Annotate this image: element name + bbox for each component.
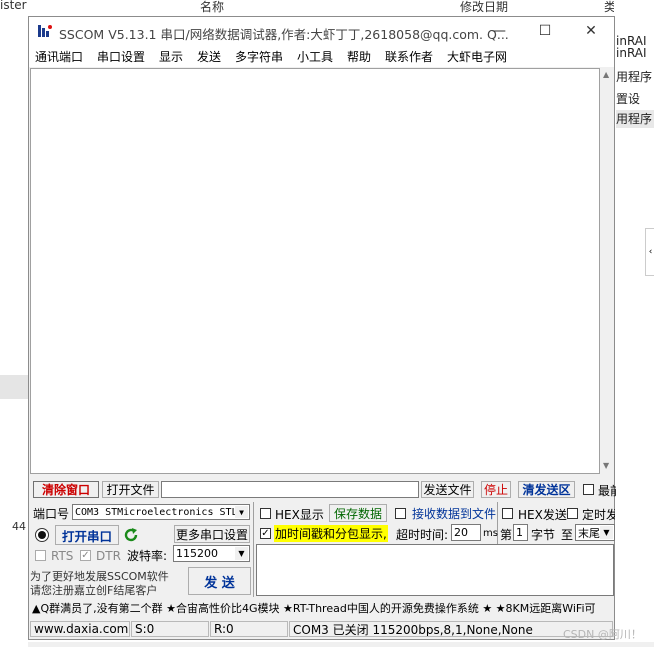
send-file-button[interactable]: 发送文件 bbox=[421, 481, 474, 498]
baud-select-value: 115200 bbox=[176, 547, 218, 560]
rts-checkbox[interactable] bbox=[35, 550, 46, 561]
status-bar: www.daxia.com S:0 R:0 COM3 已关闭 115200bps… bbox=[30, 619, 614, 639]
maximize-button[interactable]: ☐ bbox=[522, 17, 568, 45]
status-sent-count: S:0 bbox=[131, 621, 209, 637]
nth-label: 第 bbox=[500, 528, 513, 542]
explorer-right-row[interactable]: inRAI bbox=[616, 46, 647, 60]
dtr-checkbox[interactable]: ✓ bbox=[80, 550, 91, 561]
port-label: 端口号 bbox=[33, 507, 70, 521]
open-port-button[interactable]: 打开串口 bbox=[55, 525, 119, 545]
panel-separator bbox=[253, 502, 254, 597]
app-logo-icon bbox=[38, 25, 52, 37]
promo-line-2[interactable]: 请您注册嘉立创F结尾客户 bbox=[30, 582, 157, 598]
explorer-header: ister 名称 修改日期 类型 bbox=[0, 0, 654, 16]
timed-send-checkbox[interactable] bbox=[567, 508, 578, 519]
timeout-unit-label: ms bbox=[483, 528, 498, 539]
explorer-right-column: inRAI inRAI 用程序 置设 用程序 bbox=[614, 0, 654, 647]
status-received-count: R:0 bbox=[210, 621, 288, 637]
menu-serial-settings[interactable]: 串口设置 bbox=[97, 48, 145, 65]
end-select[interactable]: 末尾 ▼ bbox=[575, 524, 615, 541]
dtr-label: DTR bbox=[96, 549, 121, 563]
menu-multi-string[interactable]: 多字符串 bbox=[235, 48, 283, 65]
send-button[interactable]: 发 送 bbox=[188, 567, 251, 595]
timestamp-checkbox[interactable]: ✓ bbox=[260, 528, 271, 539]
explorer-selected-row bbox=[0, 375, 28, 399]
more-serial-settings-button[interactable]: 更多串口设置 bbox=[174, 525, 250, 543]
stop-button[interactable]: 停止 bbox=[481, 481, 511, 498]
menu-tools[interactable]: 小工具 bbox=[297, 48, 333, 65]
chevron-down-icon[interactable]: ▼ bbox=[235, 547, 248, 560]
explorer-left-number: 44 bbox=[12, 520, 26, 533]
explorer-side-chevron-icon[interactable]: ‹ bbox=[645, 228, 654, 276]
to-label: 至 bbox=[561, 528, 574, 542]
refresh-icon[interactable] bbox=[123, 527, 139, 543]
open-file-button[interactable]: 打开文件 bbox=[102, 481, 159, 498]
menu-comm-port[interactable]: 通讯端口 bbox=[35, 48, 83, 65]
menu-contact-author[interactable]: 联系作者 bbox=[385, 48, 433, 65]
topmost-checkbox[interactable] bbox=[583, 484, 594, 495]
timeout-label: 超时时间: bbox=[396, 528, 449, 542]
explorer-right-row[interactable]: 置设 bbox=[616, 90, 640, 107]
status-site[interactable]: www.daxia.com bbox=[30, 621, 130, 637]
explorer-bottom-strip bbox=[28, 642, 654, 647]
clear-send-button[interactable]: 清发送区 bbox=[518, 481, 575, 498]
port-select[interactable]: COM3 STMicroelectronics STL ▼ bbox=[72, 504, 250, 520]
menu-help[interactable]: 帮助 bbox=[347, 48, 371, 65]
port-select-value: COM3 STMicroelectronics STL bbox=[75, 506, 238, 518]
hex-send-checkbox[interactable] bbox=[502, 508, 513, 519]
save-data-button[interactable]: 保存数据 bbox=[329, 504, 387, 522]
hex-send-label: HEX发送 bbox=[518, 508, 567, 522]
timed-send-label: 定时发 bbox=[582, 508, 615, 522]
menu-daxia-site[interactable]: 大虾电子网 bbox=[447, 48, 507, 65]
scroll-down-icon[interactable]: ▼ bbox=[603, 461, 609, 470]
chevron-down-icon[interactable]: ▼ bbox=[235, 506, 248, 518]
hex-display-checkbox[interactable] bbox=[260, 508, 271, 519]
explorer-col-name[interactable]: 名称 bbox=[200, 0, 224, 15]
scroll-up-icon[interactable]: ▲ bbox=[603, 70, 609, 79]
timestamp-label: 加时间戳和分包显示, bbox=[274, 525, 388, 542]
timeout-input[interactable]: 20 bbox=[451, 524, 481, 541]
recv-to-file-label[interactable]: 接收数据到文件 bbox=[412, 505, 496, 522]
file-path-input[interactable] bbox=[161, 481, 419, 498]
menu-bar: 通讯端口 串口设置 显示 发送 多字符串 小工具 帮助 联系作者 大虾电子网 bbox=[29, 45, 614, 67]
window-title: SSCOM V5.13.1 串口/网络数据调试器,作者:大虾丁丁,2618058… bbox=[59, 27, 509, 42]
port-led-icon bbox=[35, 528, 49, 542]
menu-send[interactable]: 发送 bbox=[197, 48, 221, 65]
send-text-area[interactable] bbox=[256, 544, 614, 596]
byte-label: 字节 bbox=[531, 528, 556, 542]
close-button[interactable]: ✕ bbox=[568, 17, 614, 45]
nth-byte-input[interactable]: 1 bbox=[513, 524, 528, 541]
clear-window-button[interactable]: 清除窗口 bbox=[33, 481, 99, 498]
chevron-down-icon[interactable]: ▼ bbox=[600, 526, 613, 539]
explorer-left-text: ister bbox=[0, 0, 27, 12]
baud-select[interactable]: 115200 ▼ bbox=[173, 545, 250, 562]
sscom-window: SSCOM V5.13.1 串口/网络数据调试器,作者:大虾丁丁,2618058… bbox=[28, 16, 616, 640]
menu-display[interactable]: 显示 bbox=[159, 48, 183, 65]
hex-display-label: HEX显示 bbox=[275, 508, 324, 522]
recv-to-file-checkbox[interactable] bbox=[395, 508, 406, 519]
baud-label: 波特率: bbox=[127, 549, 168, 563]
ticker-text[interactable]: ▲Q群满员了,没有第二个群 ★合宙高性价比4G模块 ★RT-Thread中国人的… bbox=[32, 600, 596, 616]
title-bar[interactable]: SSCOM V5.13.1 串口/网络数据调试器,作者:大虾丁丁,2618058… bbox=[29, 17, 614, 45]
explorer-right-row-selected[interactable]: 用程序 bbox=[616, 110, 654, 128]
vertical-scrollbar[interactable]: ▲ ▼ bbox=[600, 68, 614, 474]
csdn-watermark: CSDN @阿川！ bbox=[563, 628, 642, 641]
topmost-label: 最前 bbox=[598, 484, 616, 498]
explorer-right-row[interactable]: 用程序 bbox=[616, 68, 652, 85]
minimize-button[interactable]: — bbox=[476, 17, 522, 45]
rts-label: RTS bbox=[51, 549, 74, 563]
horizontal-scrollbar[interactable] bbox=[30, 474, 614, 480]
news-ticker[interactable]: ▲Q群满员了,没有第二个群 ★合宙高性价比4G模块 ★RT-Thread中国人的… bbox=[30, 597, 614, 617]
explorer-col-date[interactable]: 修改日期 bbox=[460, 0, 508, 15]
end-select-value: 末尾 bbox=[578, 526, 600, 540]
receive-area[interactable] bbox=[30, 68, 600, 474]
